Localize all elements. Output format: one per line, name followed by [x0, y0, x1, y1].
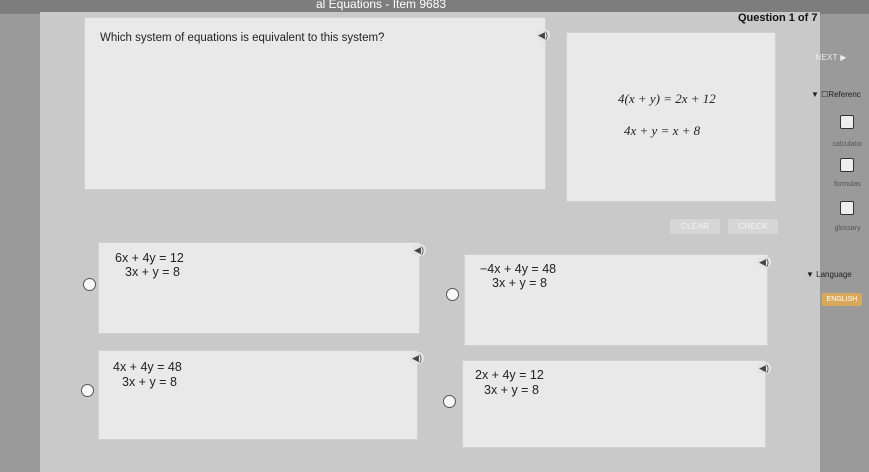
option-d-equation-2: 3x + y = 8 — [484, 383, 539, 397]
reference-header[interactable]: ▼ ☐Referenc — [811, 90, 861, 99]
option-b-equation-2: 3x + y = 8 — [492, 276, 547, 290]
option-a-equation-1: 6x + 4y = 12 — [115, 251, 184, 265]
check-button[interactable]: CHECK — [728, 219, 778, 234]
given-equation-1: 4(x + y) = 2x + 12 — [618, 91, 716, 106]
option-c-radio[interactable] — [81, 384, 94, 397]
option-c-speaker-icon[interactable]: ◀) — [410, 352, 424, 364]
given-system-card — [566, 32, 776, 202]
option-c-equation-1: 4x + 4y = 48 — [113, 360, 182, 374]
option-b-speaker-icon[interactable]: ◀) — [757, 256, 771, 268]
glossary-icon[interactable] — [840, 201, 854, 215]
language-header[interactable]: ▼ Language — [806, 270, 852, 279]
option-d-equation-1: 2x + 4y = 12 — [475, 368, 544, 382]
next-button[interactable]: NEXT ▶ — [808, 50, 854, 65]
clear-button[interactable]: CLEAR — [670, 219, 720, 234]
formulas-icon[interactable] — [840, 158, 854, 172]
question-counter: Question 1 of 7 — [738, 12, 818, 24]
formulas-label[interactable]: formulas — [826, 181, 869, 188]
option-b-radio[interactable] — [446, 288, 459, 301]
option-a-speaker-icon[interactable]: ◀) — [412, 244, 426, 256]
option-d-radio[interactable] — [443, 395, 456, 408]
item-title: al Equations - Item 9683 — [316, 0, 447, 11]
calculator-label[interactable]: calculator — [826, 141, 869, 148]
option-c-equation-2: 3x + y = 8 — [122, 375, 177, 389]
question-prompt: Which system of equations is equivalent … — [100, 32, 385, 44]
calculator-icon[interactable] — [840, 115, 854, 129]
option-d-speaker-icon[interactable]: ◀) — [757, 362, 771, 374]
question-speaker-icon[interactable]: ◀) — [536, 29, 550, 41]
option-a-radio[interactable] — [83, 278, 96, 291]
language-english-button[interactable]: ENGLISH — [822, 293, 862, 306]
given-equation-2: 4x + y = x + 8 — [624, 123, 701, 138]
option-a-equation-2: 3x + y = 8 — [125, 265, 180, 279]
option-b-equation-1: −4x + 4y = 48 — [480, 262, 557, 276]
glossary-label[interactable]: glossary — [826, 225, 869, 232]
